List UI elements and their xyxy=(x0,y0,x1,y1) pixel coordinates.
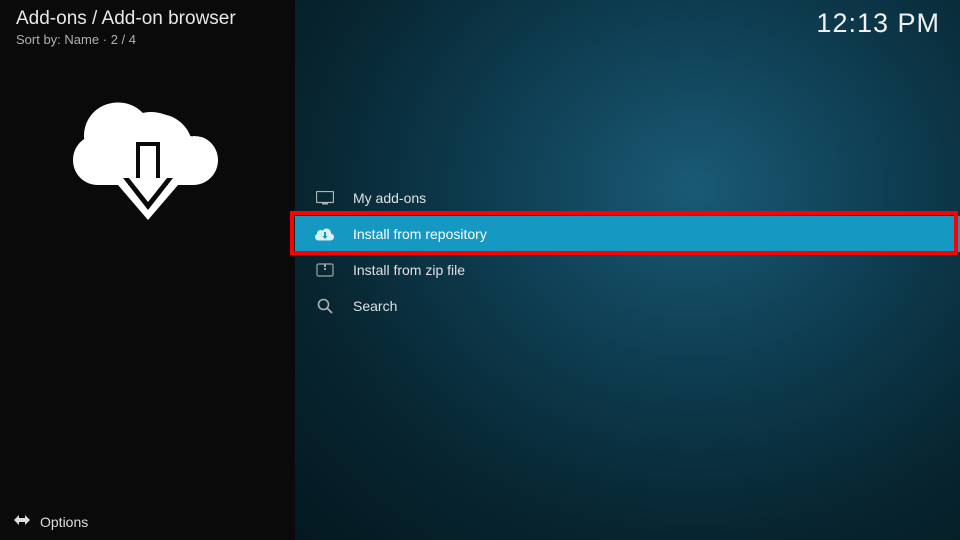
sort-label: Sort by: xyxy=(16,32,61,47)
options-button[interactable]: Options xyxy=(0,503,295,540)
breadcrumb: Add-ons / Add-on browser xyxy=(0,0,295,32)
cloud-download-icon xyxy=(315,224,335,244)
list-position: 2 / 4 xyxy=(111,32,136,47)
menu-list: My add-ons Install from repository Insta… xyxy=(295,180,960,324)
arrows-icon xyxy=(14,513,30,530)
sort-separator: · xyxy=(103,32,111,47)
main-panel: 12:13 PM My add-ons Install from reposit… xyxy=(295,0,960,540)
sort-line: Sort by: Name · 2 / 4 xyxy=(0,32,295,47)
menu-item-label: My add-ons xyxy=(353,190,426,206)
menu-item-install-repository[interactable]: Install from repository xyxy=(295,216,960,252)
clock: 12:13 PM xyxy=(816,8,940,39)
sidebar: Add-ons / Add-on browser Sort by: Name ·… xyxy=(0,0,295,540)
search-icon xyxy=(315,296,335,316)
options-label: Options xyxy=(40,514,88,530)
zip-icon xyxy=(315,260,335,280)
menu-item-label: Search xyxy=(353,298,397,314)
cloud-download-large-icon xyxy=(73,100,223,230)
menu-item-search[interactable]: Search xyxy=(295,288,960,324)
screen-icon xyxy=(315,188,335,208)
sort-value: Name xyxy=(64,32,99,47)
menu-item-label: Install from repository xyxy=(353,226,487,242)
menu-item-my-addons[interactable]: My add-ons xyxy=(295,180,960,216)
menu-item-label: Install from zip file xyxy=(353,262,465,278)
menu-item-install-zip[interactable]: Install from zip file xyxy=(295,252,960,288)
